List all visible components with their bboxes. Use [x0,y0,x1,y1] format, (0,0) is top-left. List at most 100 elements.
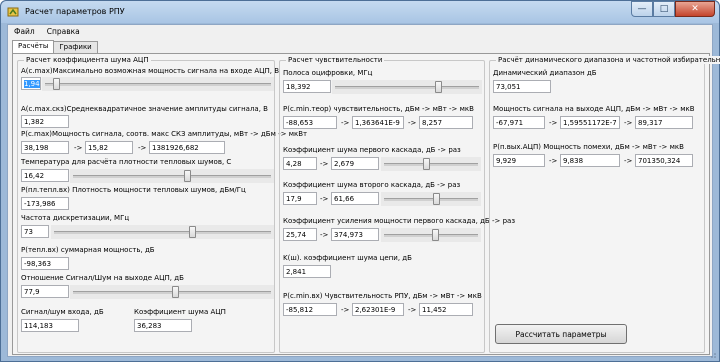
ptot-output[interactable]: -98,363 [21,257,69,270]
nf2-slider-thumb[interactable] [433,193,440,205]
nf2-slider[interactable] [381,192,481,206]
sens-th-dbm-output[interactable]: -88,653 [283,116,337,129]
nf-adc-output[interactable]: 36,283 [134,319,192,332]
nf1-slider[interactable] [381,157,481,171]
g1-label: Коэффициент усиления мощности первого ка… [283,217,516,225]
title-bar[interactable]: Расчет параметров РПУ — □ ✕ [1,1,719,23]
tab-calculations[interactable]: Расчёты [12,40,55,53]
pint-dbm-output[interactable]: 9,929 [493,154,545,167]
amax-slider-thumb[interactable] [53,78,60,90]
temp-input[interactable]: 16,42 [21,169,69,182]
bw-label: Полоса оцифровки, МГц [283,69,373,77]
minimize-button[interactable]: — [631,1,653,17]
arrow: -> [624,119,633,127]
ptot-label: P(тепл.вх) суммарная мощность, дБ [21,246,155,254]
pmax-uw-output[interactable]: 1381926,682 [149,141,225,154]
arrow: -> [408,119,417,127]
tab-panel: Расчет коэффициента шума АЦП A(c.max)Мак… [12,53,720,355]
menu-file[interactable]: Файл [8,25,41,39]
sens-th-uv-output[interactable]: 8,257 [419,116,473,129]
tab-graphs[interactable]: Графики [53,41,98,53]
g1-slider[interactable] [381,228,481,242]
snr-in-output[interactable]: 114,183 [21,319,79,332]
dr-output[interactable]: 73,051 [493,80,551,93]
window-title: Расчет параметров РПУ [25,7,125,16]
pn-label: P(пл.тепл.вх) Плотность мощности тепловы… [21,186,246,194]
freq-input[interactable]: 73 [21,225,49,238]
temp-slider-thumb[interactable] [184,170,191,182]
adc-noise-group-title: Расчет коэффициента шума АЦП [24,56,151,64]
dynamic-range-group: Расчёт динамического диапазона и частотн… [489,56,720,353]
maximize-button[interactable]: □ [653,1,675,17]
temp-slider[interactable] [70,169,274,183]
minimize-icon: — [637,4,647,14]
sens-dbm-output[interactable]: -85,812 [283,303,337,316]
pout-uv-output[interactable]: 89,317 [635,116,693,129]
arrow: -> [341,119,350,127]
pint-label: P(п.вых.АЦП) Мощность помехи, дБм -> мВт… [493,143,684,151]
freq-label: Частота дискретизации, МГц [21,214,130,222]
pn-output[interactable]: -173,986 [21,197,69,210]
nf1-db-input[interactable]: 4,28 [283,157,317,170]
menu-help[interactable]: Справка [41,25,86,39]
sens-mw-output[interactable]: 2,62301E-9 [352,303,404,316]
pout-dbm-output[interactable]: -67,971 [493,116,545,129]
snr-slider-thumb[interactable] [172,286,179,298]
arrow: -> [320,160,329,168]
arrow: -> [624,157,633,165]
nf-adc-label: Коэффициент шума АЦП [134,308,226,316]
pmax-mw-output[interactable]: 38,198 [21,141,69,154]
nf2-label: Коэффициент шума второго каскада, дБ -> … [283,181,461,189]
pmax-dbm-output[interactable]: 15,82 [85,141,133,154]
nf1-times-output[interactable]: 2,679 [331,157,379,170]
pout-mw-output[interactable]: 1,59551172E-7 [560,116,620,129]
arrow: -> [549,119,558,127]
bw-input[interactable]: 18,392 [283,80,331,93]
bw-slider[interactable] [332,80,482,94]
pint-mw-output[interactable]: 9,838 [560,154,620,167]
calculate-button[interactable]: Рассчитать параметры [495,324,627,344]
amax-input[interactable]: 1,942 [21,77,41,90]
resize-grip-icon[interactable] [709,351,717,359]
menu-bar: Файл Справка [8,25,712,39]
snr-slider[interactable] [70,285,274,299]
sens-th-mw-output[interactable]: 1,363641E-9 [352,116,404,129]
pmax-label: P(c.max)Мощность сигнала, соотв. макс СК… [21,130,308,138]
freq-slider-thumb[interactable] [189,226,196,238]
close-button[interactable]: ✕ [675,1,715,17]
g1-times-output[interactable]: 374,973 [331,228,379,241]
arrow: -> [408,306,417,314]
close-icon: ✕ [691,4,699,14]
sensitivity-group-title: Расчет чувствительности [286,56,385,64]
arrow: -> [74,144,83,152]
freq-slider[interactable] [51,225,274,239]
pout-label: Мощность сигнала на выходе АЦП, дБм -> м… [493,105,695,113]
snr-in-label: Сигнал/шум входа, дБ [21,308,104,316]
snr-label: Отношение Сигнал/Шум на выходе АЦП, дБ [21,274,184,282]
app-window: Расчет параметров РПУ — □ ✕ Файл Справка… [0,0,720,362]
arrow: -> [320,231,329,239]
sens-th-label: P(c.min.теор) чувствительность, дБм -> м… [283,105,474,113]
amax-slider[interactable] [42,77,274,91]
nf-chain-output[interactable]: 2,841 [283,265,331,278]
arrow: -> [341,306,350,314]
sensitivity-group: Расчет чувствительности Полоса оцифровки… [279,56,515,353]
asko-label: A(c.max.cкз)Среднеквадратичное значение … [21,105,268,113]
bw-slider-thumb[interactable] [435,81,442,93]
sens-uv-output[interactable]: 11,452 [419,303,473,316]
nf-chain-label: K(ш). коэффициент шума цепи, дБ [283,254,412,262]
snr-input[interactable]: 77,9 [21,285,69,298]
g1-slider-thumb[interactable] [432,229,439,241]
arrow: -> [320,195,329,203]
g1-db-input[interactable]: 25,74 [283,228,317,241]
arrow: -> [138,144,147,152]
nf2-times-output[interactable]: 61,66 [331,192,379,205]
pint-uv-output[interactable]: 701350,324 [635,154,693,167]
maximize-icon: □ [659,4,669,14]
nf2-db-input[interactable]: 17,9 [283,192,317,205]
adc-noise-group: Расчет коэффициента шума АЦП A(c.max)Мак… [17,56,307,353]
asko-output[interactable]: 1,382 [21,115,69,128]
amax-label: A(c.max)Максимально возможная мощность с… [21,67,280,75]
arrow: -> [549,157,558,165]
nf1-slider-thumb[interactable] [423,158,430,170]
